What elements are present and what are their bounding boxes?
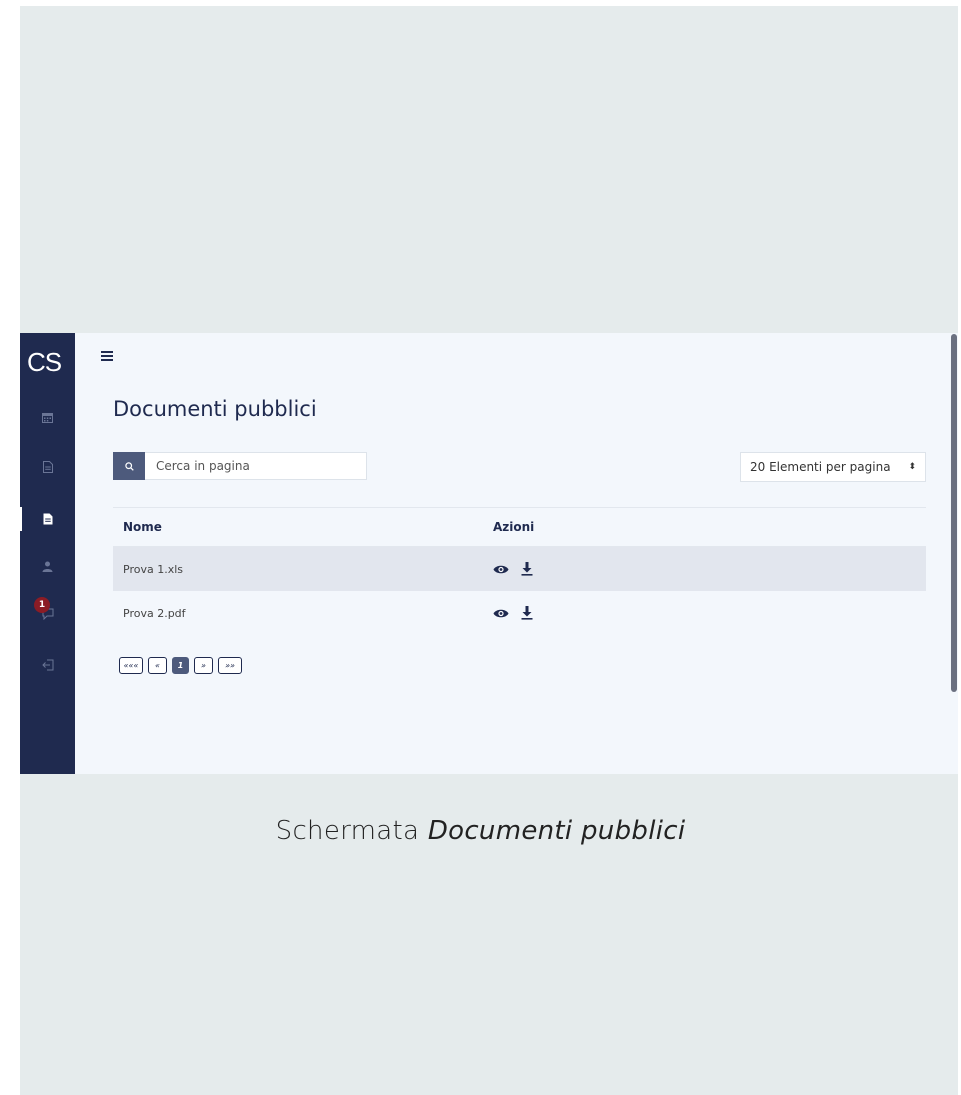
view-icon[interactable]	[493, 608, 509, 619]
sidebar-item-documents[interactable]	[20, 454, 75, 480]
view-icon[interactable]	[493, 564, 509, 575]
first-page-button[interactable]: «««	[119, 657, 143, 674]
sidebar-item-public-documents[interactable]	[20, 506, 75, 532]
notification-badge: 1	[34, 597, 50, 613]
caption-prefix: Schermata	[275, 816, 428, 846]
search-icon	[124, 461, 134, 471]
caption-emphasis: Documenti pubblici	[427, 816, 686, 846]
page-title: Documenti pubblici	[113, 397, 317, 421]
items-per-page-value: 20 Elementi per pagina	[750, 460, 891, 474]
sidebar: CS 1	[20, 333, 75, 774]
hamburger-icon[interactable]	[101, 351, 113, 361]
documents-table: Nome Azioni Prova 1.xls Prova 2.pdf	[113, 507, 926, 635]
last-page-button[interactable]: »»	[218, 657, 242, 674]
pagination: ««« « 1 » »»	[119, 657, 242, 674]
app-logo: CS	[27, 347, 62, 377]
table-row: Prova 1.xls	[113, 547, 926, 591]
document-icon	[43, 513, 52, 525]
table-header: Nome Azioni	[113, 508, 926, 547]
logout-icon	[41, 659, 53, 671]
search-input[interactable]	[145, 453, 366, 479]
calendar-icon	[42, 412, 53, 423]
items-per-page-select[interactable]: 20 Elementi per pagina ⬍	[740, 452, 926, 482]
current-page-button[interactable]: 1	[172, 657, 189, 674]
sidebar-item-logout[interactable]	[20, 652, 75, 678]
app-window: CS 1 Documenti pubblici Cerca in pagina …	[20, 333, 958, 774]
table-row: Prova 2.pdf	[113, 591, 926, 635]
document-name: Prova 2.pdf	[123, 606, 186, 620]
download-icon[interactable]	[521, 562, 533, 576]
search-button[interactable]	[113, 452, 145, 480]
search-box	[113, 452, 367, 480]
select-caret-icon: ⬍	[908, 462, 916, 472]
screenshot-caption: Schermata Documenti pubblici	[0, 816, 961, 846]
column-header-name: Nome	[123, 520, 162, 534]
next-page-button[interactable]: »	[194, 657, 213, 674]
sidebar-item-calendar[interactable]	[20, 404, 75, 430]
column-header-actions: Azioni	[493, 520, 535, 534]
sidebar-item-profile[interactable]	[20, 553, 75, 579]
previous-page-button[interactable]: «	[148, 657, 167, 674]
user-icon	[42, 561, 53, 572]
scrollbar[interactable]	[951, 334, 957, 692]
download-icon[interactable]	[521, 606, 533, 620]
document-icon	[42, 461, 53, 473]
document-name: Prova 1.xls	[123, 562, 183, 576]
